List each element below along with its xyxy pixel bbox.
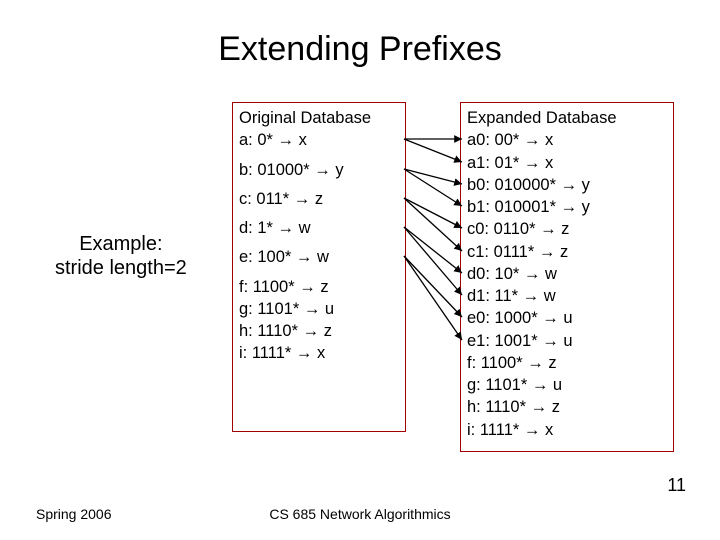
- arrow-e-to-e0: [404, 256, 462, 317]
- expanded-row-d1: d1: 11* → w: [467, 285, 667, 307]
- arrow-b-to-b0: [404, 169, 462, 184]
- arrow-c-to-c0: [404, 198, 462, 228]
- arrow-d-to-d1: [404, 227, 462, 295]
- arrow-e-to-e1: [404, 256, 462, 340]
- expanded-row-h: h: 1110* → z: [467, 396, 667, 418]
- expanded-row-c0: c0: 0110* → z: [467, 218, 667, 240]
- expanded-row-a1: a1: 01* → x: [467, 152, 667, 174]
- original-row-c: c: 011* → z: [239, 188, 399, 210]
- original-row-h: h: 1110* → z: [239, 320, 399, 342]
- example-line1: Example:: [79, 233, 162, 255]
- expanded-row-i: i: 1111* → x: [467, 419, 667, 441]
- original-header: Original Database: [239, 107, 399, 129]
- original-row-e: e: 100* → w: [239, 246, 399, 268]
- original-row-d: d: 1* → w: [239, 217, 399, 239]
- expanded-row-a0: a0: 00* → x: [467, 129, 667, 151]
- example-line2: stride length=2: [55, 257, 187, 279]
- original-row-f: f: 1100* → z: [239, 276, 399, 298]
- expanded-row-e0: e0: 1000* → u: [467, 307, 667, 329]
- expanded-row-f: f: 1100* → z: [467, 352, 667, 374]
- arrow-c-to-c1: [404, 198, 462, 251]
- arrow-a-to-a1: [404, 139, 462, 162]
- original-row-i: i: 1111* → x: [239, 342, 399, 364]
- slide-number: 11: [667, 475, 686, 496]
- expanded-header: Expanded Database: [467, 107, 667, 129]
- expanded-row-b1: b1: 010001* → y: [467, 196, 667, 218]
- original-row-b: b: 01000* → y: [239, 159, 399, 181]
- slide-title: Extending Prefixes: [0, 30, 720, 69]
- original-database-box: Original Database a: 0* → x b: 01000* → y…: [232, 102, 406, 432]
- original-row-g: g: 1101* → u: [239, 298, 399, 320]
- expanded-database-box: Expanded Database a0: 00* → xa1: 01* → x…: [460, 102, 674, 452]
- arrow-b-to-b1: [404, 169, 462, 206]
- expanded-row-d0: d0: 10* → w: [467, 263, 667, 285]
- example-note: Example: stride length=2: [55, 232, 187, 280]
- original-row-a: a: 0* → x: [239, 129, 399, 151]
- expanded-row-e1: e1: 1001* → u: [467, 330, 667, 352]
- footer-course: CS 685 Network Algorithmics: [0, 506, 720, 522]
- expanded-row-c1: c1: 0111* → z: [467, 241, 667, 263]
- expanded-row-b0: b0: 010000* → y: [467, 174, 667, 196]
- expanded-row-g: g: 1101* → u: [467, 374, 667, 396]
- arrow-d-to-d0: [404, 227, 462, 273]
